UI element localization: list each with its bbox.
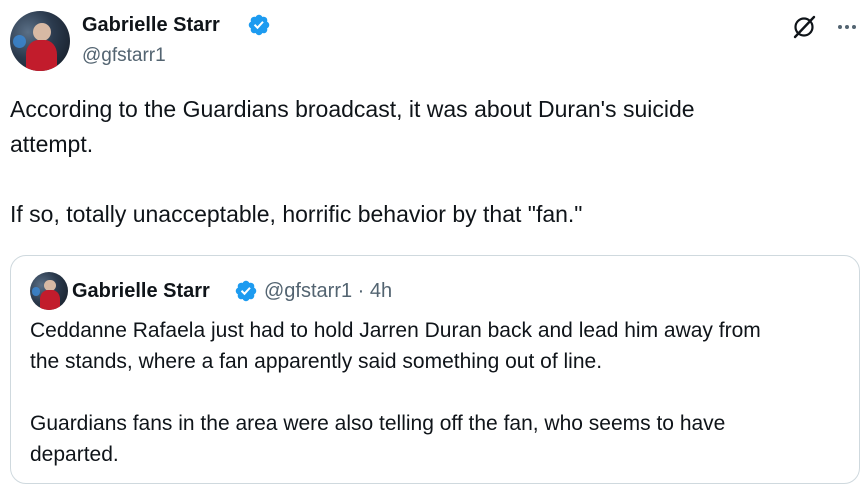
- author-name[interactable]: Gabrielle Starr: [82, 12, 220, 38]
- grok-icon[interactable]: [789, 12, 819, 42]
- author-avatar[interactable]: [10, 11, 70, 71]
- quoted-author-avatar[interactable]: [30, 272, 68, 310]
- quoted-handle-time: @gfstarr1 · 4h: [264, 280, 393, 302]
- verified-badge-icon: [235, 280, 257, 302]
- quoted-tweet-text: Ceddanne Rafaela just had to hold Jarren…: [30, 319, 761, 466]
- tweet-text: According to the Guardians broadcast, it…: [10, 96, 695, 227]
- author-handle[interactable]: @gfstarr1: [82, 44, 166, 68]
- verified-badge-icon[interactable]: [247, 13, 271, 37]
- quoted-author-name[interactable]: Gabrielle Starr: [72, 278, 210, 304]
- more-options-icon[interactable]: [832, 12, 862, 42]
- quoted-tweet-card[interactable]: Gabrielle Starr @gfstarr1 · 4h Ceddanne …: [10, 255, 860, 484]
